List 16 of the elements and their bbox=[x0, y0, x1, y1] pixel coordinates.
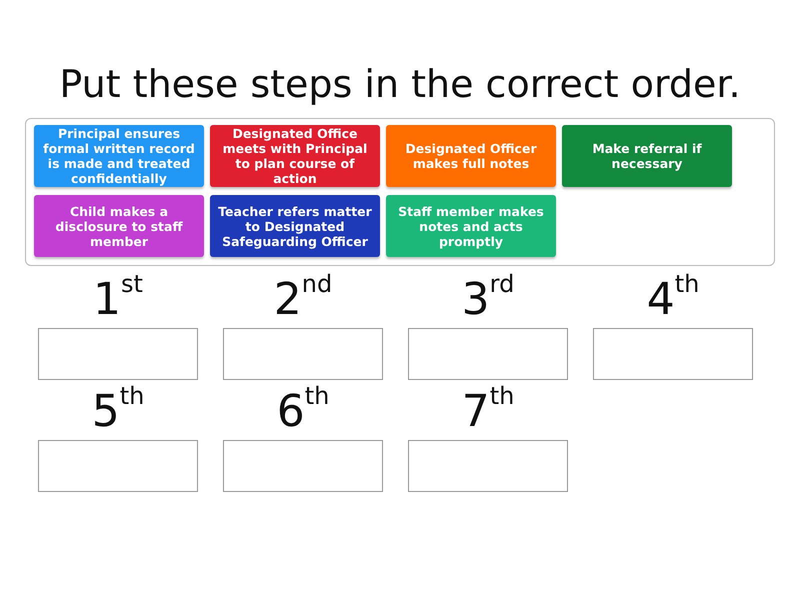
drop-slot[interactable] bbox=[223, 440, 383, 492]
instruction-title: Put these steps in the correct order. bbox=[58, 61, 742, 106]
step-card[interactable]: Teacher refers matter to Designated Safeguarding Officer bbox=[210, 195, 380, 258]
drop-slot[interactable] bbox=[593, 328, 753, 380]
step-card[interactable]: Make referral if necessary bbox=[562, 124, 732, 187]
drop-slot[interactable] bbox=[408, 440, 568, 492]
step-card[interactable]: Designated Officer makes full notes bbox=[386, 124, 556, 187]
step-card[interactable]: Principal ensures formal written record is made and treated confidentially bbox=[34, 124, 204, 187]
step-card[interactable]: Staff member makes notes and acts promptly bbox=[386, 195, 556, 258]
drop-slot[interactable] bbox=[408, 328, 568, 380]
drop-slot[interactable] bbox=[38, 440, 198, 492]
drop-slot[interactable] bbox=[223, 328, 383, 380]
drop-slot[interactable] bbox=[38, 328, 198, 380]
slot-label: 1$^{st}$ bbox=[93, 278, 143, 324]
step-card[interactable]: Child makes a disclosure to staff member bbox=[34, 195, 204, 258]
step-card[interactable]: Designated Office meets with Principal to plan course of action bbox=[210, 124, 380, 187]
